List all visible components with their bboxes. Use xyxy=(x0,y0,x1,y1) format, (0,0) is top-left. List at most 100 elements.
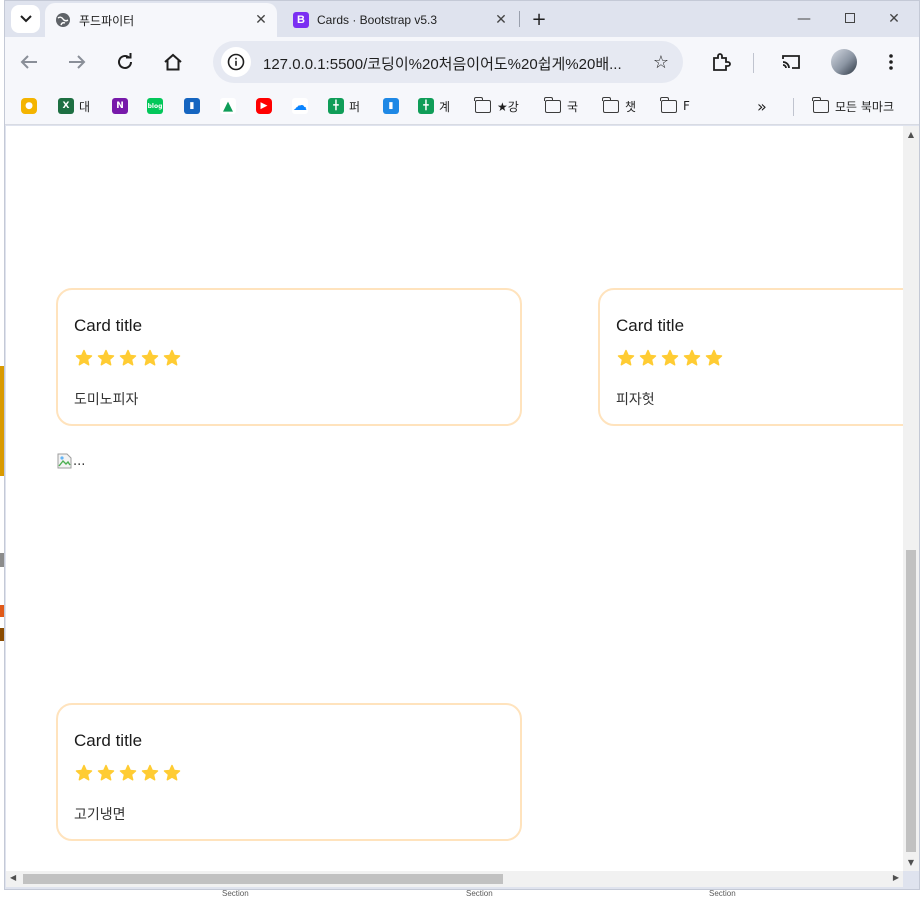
star-icon xyxy=(119,764,137,781)
bookmark-label: 퍼 xyxy=(349,99,361,114)
globe-icon xyxy=(55,12,71,28)
close-window-button[interactable]: ✕ xyxy=(871,5,917,33)
forward-button[interactable] xyxy=(61,47,93,77)
reload-button[interactable] xyxy=(109,47,141,77)
scroll-up-arrow-icon[interactable]: ▲ xyxy=(903,130,919,139)
arrow-left-icon xyxy=(20,55,37,69)
horizontal-scrollbar[interactable]: ◀ ▶ xyxy=(6,871,903,887)
google-drive-icon: ▲ xyxy=(220,98,236,114)
bookmark-item[interactable]: X대 xyxy=(58,97,90,115)
toolbar-divider xyxy=(753,53,754,73)
bookmark-label: 대 xyxy=(79,99,91,114)
address-bar[interactable]: 127.0.0.1:5500/코딩이%20처음이어도%20쉽게%20배... ☆ xyxy=(213,41,683,83)
reload-icon xyxy=(118,53,132,69)
star-icon xyxy=(119,349,137,366)
star-icon xyxy=(683,349,701,366)
site-info-button[interactable] xyxy=(221,47,251,77)
star-rating xyxy=(617,349,723,367)
vertical-scrollbar[interactable]: ▲ ▼ xyxy=(903,126,919,871)
cast-button[interactable] xyxy=(775,47,807,77)
scroll-right-arrow-icon[interactable]: ▶ xyxy=(893,873,899,882)
bookmark-item[interactable]: ☁ xyxy=(292,97,313,115)
card: Card title 피자헛 xyxy=(598,288,903,426)
minimize-button[interactable]: — xyxy=(781,5,827,33)
bookmark-item[interactable]: ▮ xyxy=(383,97,404,115)
star-rating xyxy=(75,764,181,782)
bookmark-item[interactable]: ▶ xyxy=(256,97,277,115)
profile-avatar[interactable] xyxy=(831,49,857,75)
close-icon[interactable]: ✕ xyxy=(491,12,511,28)
broken-image-icon xyxy=(57,453,72,469)
star-icon xyxy=(163,764,181,781)
keep-icon: ● xyxy=(21,98,37,114)
horizontal-scroll-thumb[interactable] xyxy=(23,874,503,884)
cast-icon xyxy=(782,55,800,69)
bookmark-folder[interactable]: ★강 xyxy=(474,96,519,115)
back-button[interactable] xyxy=(13,47,45,77)
browser-window: 푸드파이터 ✕ B Cards · Bootstrap v5.3 ✕ + — ✕ xyxy=(4,0,920,890)
folder-icon xyxy=(812,96,829,113)
bookmark-item[interactable]: N xyxy=(112,97,133,115)
star-icon xyxy=(705,349,723,366)
bookmark-item[interactable]: ╋ 퍼 xyxy=(328,97,360,115)
sheets-icon: ╋ xyxy=(328,98,344,114)
puzzle-icon xyxy=(713,53,731,71)
excel-icon: X xyxy=(58,98,74,114)
bookmark-folder[interactable]: 국 xyxy=(544,96,578,115)
bookmark-folder[interactable]: F xyxy=(660,96,690,115)
tab-bootstrap-cards[interactable]: B Cards · Bootstrap v5.3 ✕ xyxy=(283,3,517,37)
bookmark-item[interactable]: ╋ 계 xyxy=(418,97,450,115)
more-vert-icon xyxy=(889,54,893,70)
star-icon xyxy=(639,349,657,366)
new-tab-button[interactable]: + xyxy=(527,7,551,31)
url-text[interactable]: 127.0.0.1:5500/코딩이%20처음이어도%20쉽게%20배... xyxy=(263,53,643,74)
chevron-double-right-icon: » xyxy=(757,96,767,116)
extensions-button[interactable] xyxy=(705,47,737,77)
naver-blog-icon: blog xyxy=(147,98,163,114)
star-icon xyxy=(661,349,679,366)
image-alt-text: ... xyxy=(73,454,86,469)
card: Card title 도미노피자 xyxy=(56,288,522,426)
bookmark-label: ★강 xyxy=(497,99,519,114)
tab-food-fighter[interactable]: 푸드파이터 ✕ xyxy=(45,3,277,37)
vertical-scroll-thumb[interactable] xyxy=(906,550,916,852)
close-icon[interactable]: ✕ xyxy=(251,12,271,28)
star-icon xyxy=(97,349,115,366)
desktop-section-label: Section xyxy=(222,889,249,898)
home-icon xyxy=(164,53,182,71)
card-text: 고기냉면 xyxy=(74,807,126,823)
desktop-section-label: Section xyxy=(466,889,493,898)
bookmark-item[interactable]: ▮ xyxy=(184,97,205,115)
bookmark-folder[interactable]: 챗 xyxy=(602,96,637,115)
tab-title: Cards · Bootstrap v5.3 xyxy=(317,13,438,27)
menu-button[interactable] xyxy=(875,47,907,77)
star-icon xyxy=(617,349,635,366)
maximize-button[interactable] xyxy=(827,5,873,33)
folder-icon xyxy=(602,96,619,113)
bookmark-item[interactable]: blog xyxy=(147,97,168,115)
desktop-section-label: Section xyxy=(709,889,736,898)
tab-search-button[interactable] xyxy=(11,5,40,33)
home-button[interactable] xyxy=(157,47,189,77)
scroll-left-arrow-icon[interactable]: ◀ xyxy=(10,873,16,882)
bookmarks-divider xyxy=(793,98,794,116)
bookmark-item[interactable]: ● xyxy=(21,97,42,115)
page-viewport: Card title 도미노피자 Card title 피자헛 ... Card… xyxy=(6,126,903,871)
card-title: Card title xyxy=(74,316,143,335)
bookmark-label: 모든 북마크 xyxy=(835,99,895,114)
bookmarks-overflow-button[interactable]: » xyxy=(757,96,767,116)
info-icon xyxy=(227,53,245,71)
card: Card title 고기냉면 xyxy=(56,703,522,841)
star-icon xyxy=(75,349,93,366)
close-icon: ✕ xyxy=(888,11,900,27)
all-bookmarks-button[interactable]: 모든 북마크 xyxy=(812,96,895,115)
onenote-icon: N xyxy=(112,98,128,114)
card-text: 도미노피자 xyxy=(74,392,139,408)
youtube-icon: ▶ xyxy=(256,98,272,114)
folder-icon xyxy=(474,96,491,113)
scroll-down-arrow-icon[interactable]: ▼ xyxy=(903,858,919,867)
card-title: Card title xyxy=(74,731,143,750)
bookmark-item[interactable]: ▲ xyxy=(220,97,241,115)
bookmark-label: 챗 xyxy=(625,99,637,114)
bookmark-star-icon[interactable]: ☆ xyxy=(653,52,669,73)
